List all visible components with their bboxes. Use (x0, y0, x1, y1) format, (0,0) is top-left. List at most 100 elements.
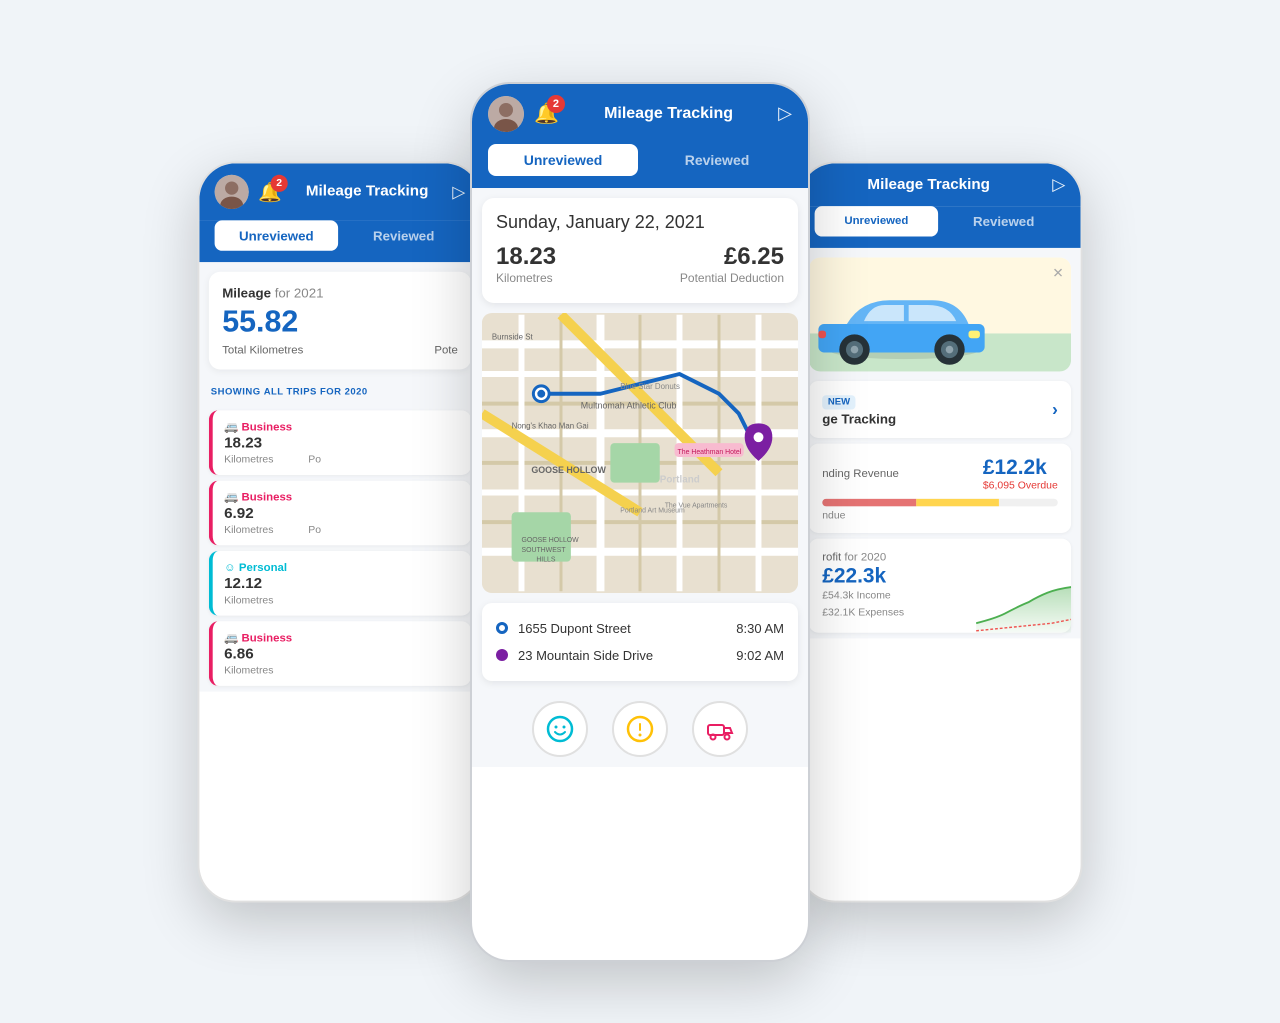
deduction-stat: £6.25 (680, 243, 784, 271)
trip-km-label: Kilometres (224, 665, 460, 676)
stats-row: 18.23 Kilometres £6.25 Potential Deducti… (496, 243, 784, 285)
left-phone-header: 🔔 2 Mileage Tracking ▷ (199, 163, 480, 220)
tab-unreviewed[interactable]: Unreviewed (215, 220, 338, 250)
right-phone-body: ✕ NEW ge Tracking › nding Revenue £12.2k… (799, 247, 1080, 638)
total-km-label: Total Kilometres (222, 342, 303, 355)
svg-text:Burnside St: Burnside St (492, 332, 534, 341)
summary-title: Mileage for 2021 (222, 285, 458, 300)
close-button[interactable]: ✕ (1052, 265, 1063, 281)
trip-type: 🚐 Business (224, 490, 460, 503)
potential-label: Pote (434, 342, 457, 355)
tab-unreviewed[interactable]: Unreviewed (488, 144, 638, 176)
profit-card: rofit for 2020 £22.3k £54.3k Income £32.… (809, 538, 1071, 632)
summary-card: Mileage for 2021 55.82 Total Kilometres … (209, 271, 471, 369)
due-label: ndue (822, 510, 1058, 521)
route-start: 1655 Dupont Street 8:30 AM (496, 615, 784, 642)
chevron-right-icon[interactable]: › (1052, 399, 1058, 419)
right-phone-header: Mileage Tracking ▷ (799, 163, 1080, 206)
trip-km: 18.23 (224, 435, 460, 452)
map-container: Burnside St Powell's City of Books Nong'… (482, 313, 798, 593)
revenue-card: nding Revenue £12.2k $6,095 Overdue ndue (809, 443, 1071, 532)
header-title: Mileage Tracking (569, 105, 768, 123)
profit-amount: £22.3k (822, 563, 1058, 588)
start-address: 1655 Dupont Street (518, 621, 726, 636)
trip-km: 12.12 (224, 575, 460, 592)
svg-text:SOUTHWEST: SOUTHWEST (522, 546, 567, 553)
svg-text:GOOSE HOLLOW: GOOSE HOLLOW (531, 464, 606, 474)
tab-bar: Unreviewed Reviewed (199, 220, 480, 262)
new-badge: NEW (822, 395, 856, 409)
notification-bell[interactable]: 🔔 2 (534, 101, 559, 126)
revenue-label: nding Revenue (822, 466, 899, 479)
center-phone-body: Sunday, January 22, 2021 18.23 Kilometre… (472, 188, 808, 767)
profit-title: rofit for 2020 (822, 550, 1058, 563)
notification-badge: 2 (547, 95, 565, 113)
svg-text:Multnomah Athletic Club: Multnomah Athletic Club (581, 400, 677, 410)
header-title: Mileage Tracking (291, 183, 442, 200)
right-tab-bar: Unreviewed Reviewed (799, 206, 1080, 248)
end-dot (496, 649, 508, 661)
trip-km: 6.92 (224, 505, 460, 522)
trip-item-1[interactable]: 🚐 Business 18.23 Kilometres Po (209, 410, 471, 475)
progress-red (822, 498, 916, 506)
notification-badge: 2 (271, 174, 288, 191)
deduction-label: Potential Deduction (680, 271, 784, 285)
avatar (488, 96, 524, 132)
km-label: Kilometres (496, 271, 556, 285)
progress-yellow (916, 498, 998, 506)
date-text: Sunday, January 22, 2021 (496, 212, 784, 233)
car-image (809, 281, 999, 371)
left-phone: 🔔 2 Mileage Tracking ▷ Unreviewed Review… (198, 161, 483, 902)
showing-label: SHOWING ALL TRIPS FOR 2020 (199, 379, 480, 405)
send-icon[interactable]: ▷ (778, 103, 792, 124)
center-phone-header: 🔔 2 Mileage Tracking ▷ (472, 84, 808, 144)
trip-type: 🚐 Business (224, 630, 460, 643)
right-phone: Mileage Tracking ▷ Unreviewed Reviewed (798, 161, 1083, 902)
progress-bar (822, 498, 1058, 506)
tab-unreviewed[interactable]: Unreviewed (815, 206, 939, 236)
tab-reviewed[interactable]: Reviewed (342, 220, 466, 250)
tab-reviewed[interactable]: Reviewed (642, 144, 792, 176)
tab-reviewed[interactable]: Reviewed (942, 206, 1066, 236)
car-banner: ✕ (809, 257, 1071, 371)
svg-text:HILLS: HILLS (536, 556, 556, 563)
km-stat: 18.23 (496, 243, 556, 271)
trip-item-3[interactable]: ☺ Personal 12.12 Kilometres (209, 551, 471, 616)
svg-text:GOOSE HOLLOW: GOOSE HOLLOW (522, 536, 580, 543)
truck-icon-button[interactable] (692, 701, 748, 757)
map-background: Burnside St Powell's City of Books Nong'… (482, 313, 798, 593)
total-km: 55.82 (222, 304, 458, 339)
profit-chart (976, 585, 1071, 633)
tracking-label: ge Tracking (822, 411, 896, 426)
send-icon[interactable]: ▷ (1052, 174, 1065, 194)
notification-bell[interactable]: 🔔 2 (258, 180, 282, 204)
trip-km-label: Kilometres Po (224, 454, 460, 465)
trip-type: 🚐 Business (224, 419, 460, 432)
trip-km-label: Kilometres Po (224, 524, 460, 535)
svg-text:Portland: Portland (660, 474, 700, 485)
smiley-icon-button[interactable] (532, 701, 588, 757)
date-card: Sunday, January 22, 2021 18.23 Kilometre… (482, 198, 798, 303)
route-info: 1655 Dupont Street 8:30 AM 23 Mountain S… (482, 603, 798, 681)
send-icon[interactable]: ▷ (452, 181, 465, 201)
end-address: 23 Mountain Side Drive (518, 648, 726, 663)
new-tracking-content: NEW ge Tracking (822, 392, 896, 426)
revenue-row: nding Revenue £12.2k $6,095 Overdue (822, 455, 1058, 491)
new-tracking-card[interactable]: NEW ge Tracking › (809, 380, 1071, 437)
trip-item-2[interactable]: 🚐 Business 6.92 Kilometres Po (209, 480, 471, 545)
start-time: 8:30 AM (736, 621, 784, 636)
end-time: 9:02 AM (736, 648, 784, 663)
svg-text:Blue Star Donuts: Blue Star Donuts (620, 381, 680, 390)
trip-item-4[interactable]: 🚐 Business 6.86 Kilometres (209, 621, 471, 686)
center-tab-bar: Unreviewed Reviewed (472, 144, 808, 188)
revenue-overdue: $6,095 Overdue (983, 479, 1058, 490)
warning-icon-button[interactable] (612, 701, 668, 757)
start-dot (496, 622, 508, 634)
revenue-amount: £12.2k (983, 455, 1058, 480)
svg-text:The Heathman Hotel: The Heathman Hotel (678, 448, 742, 455)
svg-text:Nong's Khao Man Gai: Nong's Khao Man Gai (512, 421, 589, 430)
trip-km-label: Kilometres (224, 594, 460, 605)
center-phone: 🔔 2 Mileage Tracking ▷ Unreviewed Review… (470, 82, 810, 962)
left-phone-body: Mileage for 2021 55.82 Total Kilometres … (199, 262, 480, 691)
trip-type: ☺ Personal (224, 560, 460, 573)
